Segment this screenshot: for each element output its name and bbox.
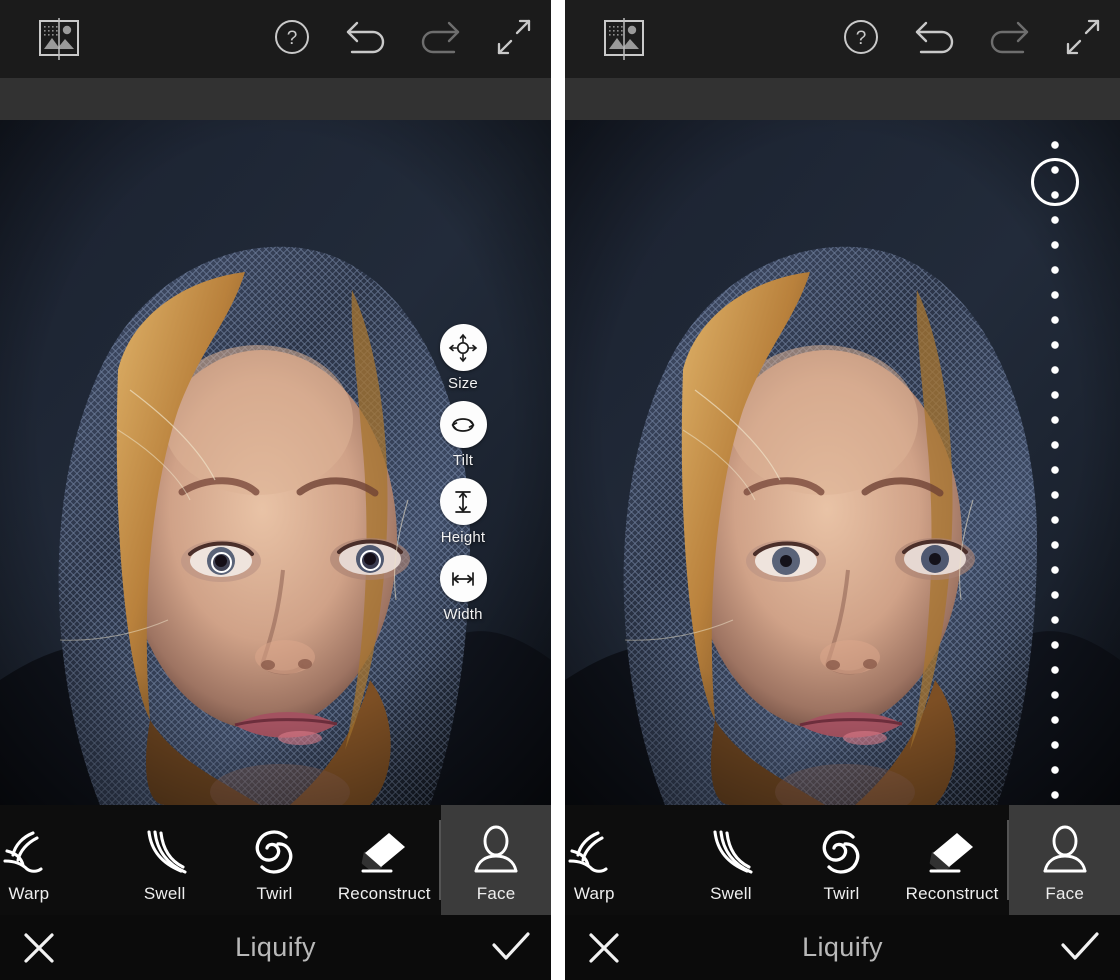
bottom-bar-left: Liquify xyxy=(0,915,551,980)
tool-warp[interactable]: Warp xyxy=(0,805,110,915)
tool-strip-left: Warp Swell Twirl Reconstruct Face xyxy=(0,805,551,915)
tool-face[interactable]: Face xyxy=(441,805,551,915)
page-title: Liquify xyxy=(235,932,316,962)
tool-label: Reconstruct xyxy=(905,883,999,903)
image-compare-icon[interactable] xyxy=(601,18,647,60)
eraser-icon xyxy=(925,821,979,877)
tool-reconstruct[interactable]: Reconstruct xyxy=(329,805,439,915)
right-eye-marker[interactable] xyxy=(360,550,381,571)
tool-label: Twirl xyxy=(256,883,293,903)
face-person-icon xyxy=(470,821,522,877)
tool-warp[interactable]: Warp xyxy=(565,805,676,915)
eraser-icon xyxy=(357,821,411,877)
face-controls-menu: Size Tilt Height Width xyxy=(417,324,509,632)
tool-label: Face xyxy=(1045,883,1084,903)
right-panel: ? Warp Swell Twirl Reconstruct Face Liqu… xyxy=(565,0,1120,980)
tilt-rotate-icon[interactable] xyxy=(439,401,487,448)
face-control-width[interactable]: Width xyxy=(439,555,487,623)
tool-label: Swell xyxy=(143,883,186,903)
top-bar-actions: ? xyxy=(269,14,537,60)
tool-label: Twirl xyxy=(823,883,860,903)
tool-label: Reconstruct xyxy=(337,883,431,903)
vertical-dot-slider[interactable] xyxy=(1031,140,1079,800)
face-control-label: Width xyxy=(443,606,483,623)
tool-label: Warp xyxy=(8,883,50,903)
left-eye-marker[interactable] xyxy=(211,552,232,573)
face-control-height[interactable]: Height xyxy=(439,478,487,546)
svg-text:?: ? xyxy=(856,28,867,49)
context-band xyxy=(0,78,551,120)
tool-reconstruct[interactable]: Reconstruct xyxy=(897,805,1008,915)
twirl-icon xyxy=(815,821,867,877)
slider-handle[interactable] xyxy=(1031,158,1079,206)
tool-label: Warp xyxy=(573,883,615,903)
tool-face[interactable]: Face xyxy=(1009,805,1120,915)
warp-icon xyxy=(568,821,620,877)
photo-canvas-right[interactable] xyxy=(565,120,1120,805)
size-expand-icon[interactable] xyxy=(439,324,487,371)
tool-swell[interactable]: Swell xyxy=(110,805,220,915)
confirm-button[interactable] xyxy=(483,920,539,976)
panel-divider xyxy=(551,0,565,980)
app-screenshot: ? Size Tilt Height Width Warp Swell Twir… xyxy=(0,0,1120,980)
height-arrow-icon[interactable] xyxy=(439,478,487,525)
confirm-button[interactable] xyxy=(1052,920,1108,976)
redo-arrow-icon[interactable] xyxy=(986,14,1032,60)
svg-text:?: ? xyxy=(287,28,298,49)
warp-icon xyxy=(3,821,55,877)
tool-twirl[interactable]: Twirl xyxy=(220,805,330,915)
expand-diagonal-icon[interactable] xyxy=(491,14,537,60)
portrait-image xyxy=(565,120,1120,805)
redo-arrow-icon[interactable] xyxy=(417,14,463,60)
expand-diagonal-icon[interactable] xyxy=(1060,14,1106,60)
face-control-label: Tilt xyxy=(452,452,474,469)
swell-icon xyxy=(705,821,757,877)
face-control-size[interactable]: Size xyxy=(439,324,487,392)
face-control-tilt[interactable]: Tilt xyxy=(439,401,487,469)
twirl-icon xyxy=(248,821,300,877)
tool-twirl[interactable]: Twirl xyxy=(786,805,897,915)
face-person-icon xyxy=(1039,821,1091,877)
slider-track-dots xyxy=(1050,140,1060,800)
tool-label: Face xyxy=(476,883,516,903)
question-circle-icon[interactable]: ? xyxy=(269,14,315,60)
photo-canvas-left[interactable]: Size Tilt Height Width xyxy=(0,120,551,805)
top-bar-actions: ? xyxy=(838,14,1106,60)
top-bar: ? xyxy=(0,0,551,78)
undo-arrow-icon[interactable] xyxy=(912,14,958,60)
undo-arrow-icon[interactable] xyxy=(343,14,389,60)
question-circle-icon[interactable]: ? xyxy=(838,14,884,60)
width-arrow-icon[interactable] xyxy=(439,555,487,602)
tool-swell[interactable]: Swell xyxy=(676,805,787,915)
image-compare-icon[interactable] xyxy=(36,18,82,60)
swell-icon xyxy=(139,821,191,877)
left-panel: ? Size Tilt Height Width Warp Swell Twir… xyxy=(0,0,551,980)
face-control-label: Height xyxy=(440,529,486,546)
face-control-label: Size xyxy=(448,375,478,392)
bottom-bar-right: Liquify xyxy=(565,915,1120,980)
context-band xyxy=(565,78,1120,120)
top-bar-right: ? xyxy=(565,0,1120,78)
tool-label: Swell xyxy=(710,883,752,903)
tool-strip-right: Warp Swell Twirl Reconstruct Face xyxy=(565,805,1120,915)
page-title: Liquify xyxy=(802,932,883,962)
